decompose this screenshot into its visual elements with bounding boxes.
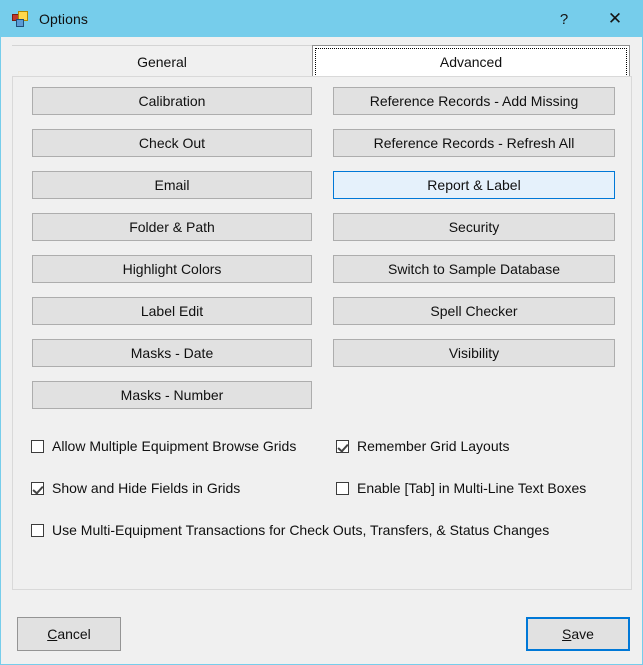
checkbox-allow-multiple-equipment-browse-grids[interactable]: Allow Multiple Equipment Browse Grids bbox=[31, 438, 296, 454]
option-button-switch-to-sample-database[interactable]: Switch to Sample Database bbox=[333, 255, 615, 283]
option-button-label-edit[interactable]: Label Edit bbox=[32, 297, 312, 325]
cancel-button[interactable]: Cancel bbox=[17, 617, 121, 651]
save-button-mnemonic: S bbox=[562, 626, 572, 642]
checkbox-label: Remember Grid Layouts bbox=[357, 438, 510, 454]
save-button[interactable]: Save bbox=[526, 617, 630, 651]
advanced-tab-page: Calibration Check Out Email Folder & Pat… bbox=[12, 76, 632, 590]
checkbox-enable-tab-in-multi-line-text-boxes[interactable]: Enable [Tab] in Multi-Line Text Boxes bbox=[336, 480, 586, 496]
tab-advanced[interactable]: Advanced bbox=[312, 45, 630, 77]
checkbox-label: Show and Hide Fields in Grids bbox=[52, 480, 241, 496]
tab-strip: General Advanced bbox=[12, 45, 632, 77]
checkbox-show-and-hide-fields-in-grids[interactable]: Show and Hide Fields in Grids bbox=[31, 480, 240, 496]
save-button-label: ave bbox=[571, 626, 594, 642]
checkbox-box[interactable] bbox=[31, 523, 44, 537]
option-button-spell-checker[interactable]: Spell Checker bbox=[333, 297, 615, 325]
tab-advanced-label: Advanced bbox=[439, 53, 503, 70]
checkbox-use-multi-equipment-transactions[interactable]: Use Multi-Equipment Transactions for Che… bbox=[31, 522, 549, 538]
option-button-highlight-colors[interactable]: Highlight Colors bbox=[32, 255, 312, 283]
option-button-folder-and-path[interactable]: Folder & Path bbox=[32, 213, 312, 241]
checkbox-label: Allow Multiple Equipment Browse Grids bbox=[52, 438, 297, 454]
checkbox-box[interactable] bbox=[336, 481, 349, 495]
checkbox-remember-grid-layouts[interactable]: Remember Grid Layouts bbox=[336, 438, 510, 454]
option-button-email[interactable]: Email bbox=[32, 171, 312, 199]
option-button-calibration[interactable]: Calibration bbox=[32, 87, 312, 115]
option-button-masks-date[interactable]: Masks - Date bbox=[32, 339, 312, 367]
window-title: Options bbox=[39, 11, 88, 27]
help-icon[interactable]: ? bbox=[541, 1, 587, 37]
option-button-masks-number[interactable]: Masks - Number bbox=[32, 381, 312, 409]
tab-general-label: General bbox=[137, 53, 187, 70]
cancel-button-mnemonic: C bbox=[47, 626, 58, 642]
cancel-button-label: ancel bbox=[57, 626, 91, 642]
option-button-visibility[interactable]: Visibility bbox=[333, 339, 615, 367]
checkbox-label: Use Multi-Equipment Transactions for Che… bbox=[52, 522, 550, 538]
option-button-reference-records-refresh-all[interactable]: Reference Records - Refresh All bbox=[333, 129, 615, 157]
options-dialog: Options ? ✕ General Advanced Calibration… bbox=[0, 0, 643, 665]
checkbox-box[interactable] bbox=[31, 439, 44, 453]
close-icon[interactable]: ✕ bbox=[592, 1, 638, 37]
checkbox-label: Enable [Tab] in Multi-Line Text Boxes bbox=[357, 480, 587, 496]
title-bar: Options ? ✕ bbox=[1, 1, 642, 37]
tab-general[interactable]: General bbox=[12, 45, 312, 77]
option-button-reference-records-add-missing[interactable]: Reference Records - Add Missing bbox=[333, 87, 615, 115]
app-squares-icon bbox=[12, 11, 28, 27]
checkbox-box[interactable] bbox=[336, 439, 349, 453]
option-button-security[interactable]: Security bbox=[333, 213, 615, 241]
checkbox-box[interactable] bbox=[31, 481, 44, 495]
option-button-report-and-label[interactable]: Report & Label bbox=[333, 171, 615, 199]
option-button-check-out[interactable]: Check Out bbox=[32, 129, 312, 157]
